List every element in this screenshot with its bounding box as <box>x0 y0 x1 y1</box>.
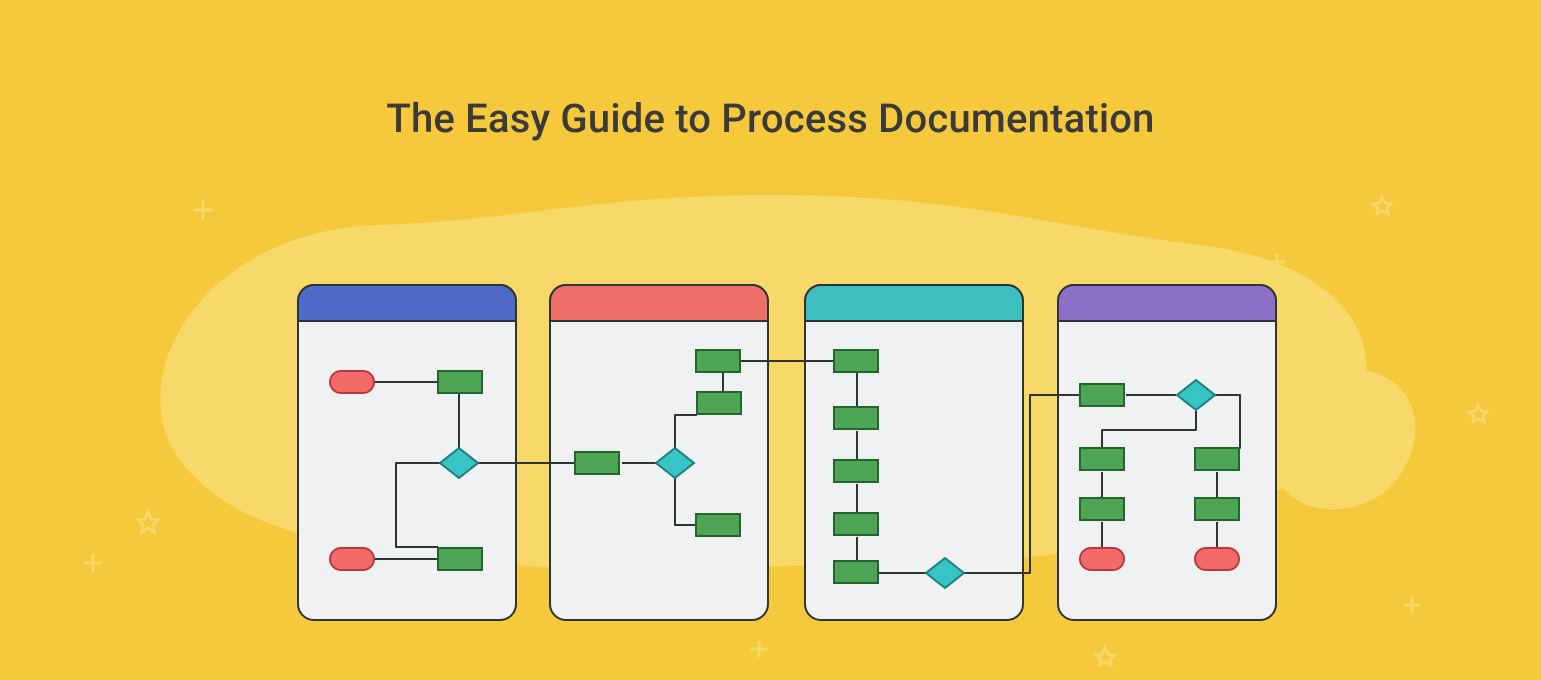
terminator-shape <box>1080 548 1124 570</box>
plus-icon <box>85 555 101 571</box>
plus-icon <box>195 202 211 218</box>
process-shape <box>834 407 878 429</box>
star-icon <box>1469 405 1487 422</box>
process-shape <box>1080 384 1124 406</box>
process-shape <box>696 514 740 536</box>
process-shape <box>1080 498 1124 520</box>
process-shape <box>438 371 482 393</box>
process-shape <box>834 513 878 535</box>
plus-icon <box>752 642 766 656</box>
plus-icon <box>1405 598 1419 612</box>
card-1 <box>298 285 516 620</box>
process-shape <box>575 452 619 474</box>
process-shape <box>697 392 741 414</box>
process-shape <box>834 460 878 482</box>
terminator-shape <box>330 371 374 393</box>
terminator-shape <box>330 548 374 570</box>
star-icon <box>138 512 158 532</box>
process-shape <box>1080 448 1124 470</box>
process-shape <box>696 350 740 372</box>
process-shape <box>834 561 878 583</box>
star-icon <box>1096 648 1114 665</box>
process-shape <box>1195 448 1239 470</box>
process-shape <box>1195 498 1239 520</box>
illustration-scene <box>0 0 1541 680</box>
process-shape <box>438 548 482 570</box>
terminator-shape <box>1195 548 1239 570</box>
star-icon <box>1373 197 1391 214</box>
process-shape <box>834 350 878 372</box>
